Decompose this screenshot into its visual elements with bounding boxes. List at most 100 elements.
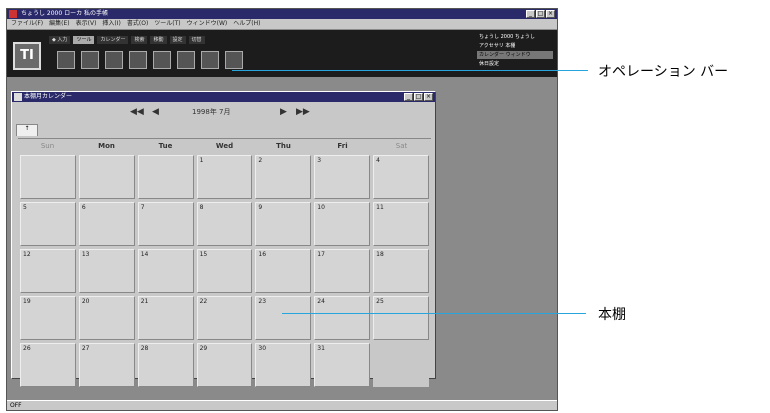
day-cell[interactable]: 30 xyxy=(255,343,312,387)
day-cell[interactable]: 7 xyxy=(137,202,194,246)
op-tab[interactable]: ◆ 入力 xyxy=(49,36,71,44)
month-label: 1998年 7月 xyxy=(192,108,231,116)
app-window: ちょうし 2000 ローカ 私の手帳 _ □ × ファイル(F) 編集(E) 表… xyxy=(6,8,558,411)
weekday-label: Mon xyxy=(98,142,115,150)
next-year-button[interactable]: ▶▶ xyxy=(296,106,310,118)
menu-edit[interactable]: 編集(E) xyxy=(49,19,69,29)
op-status-line: アクセサリ 本棚 xyxy=(479,43,516,49)
op-tab[interactable]: 移動 xyxy=(150,36,167,44)
day-cell[interactable] xyxy=(78,155,135,199)
day-cell[interactable]: 18 xyxy=(373,249,429,293)
close-icon[interactable]: × xyxy=(546,10,555,18)
menu-help[interactable]: ヘルプ(H) xyxy=(233,19,260,29)
day-cell[interactable]: 29 xyxy=(196,343,253,387)
day-cell[interactable] xyxy=(373,343,429,387)
calendar-days: 1 2 3 4 5 6 7 8 9 10 11 12 13 14 15 16 17 18 19 20 21 22 23 24 2… xyxy=(18,153,431,389)
list-icon[interactable] xyxy=(81,51,99,69)
dark-page-icon[interactable] xyxy=(177,51,195,69)
notebook-icon[interactable] xyxy=(57,51,75,69)
app-title: ちょうし 2000 ローカ 私の手帳 xyxy=(21,10,108,17)
day-cell[interactable]: 3 xyxy=(314,155,371,199)
next-month-button[interactable]: ▶ xyxy=(280,106,287,118)
day-cell[interactable] xyxy=(20,155,76,199)
day-cell[interactable]: 10 xyxy=(314,202,371,246)
calendar-window-icon xyxy=(14,93,22,101)
op-tab[interactable]: カレンダー xyxy=(97,36,129,44)
operation-bar-callout-line xyxy=(232,70,588,71)
op-status-panel: ちょうし 2000 ちょうし アクセサリ 本棚 カレンダー ウィンドウ 休日設定 xyxy=(477,33,553,73)
day-cell[interactable] xyxy=(137,155,194,199)
op-tab[interactable]: 切替 xyxy=(188,36,205,44)
day-cell[interactable]: 15 xyxy=(196,249,253,293)
spine-tab[interactable]: ↑ xyxy=(16,124,38,136)
close-icon[interactable]: × xyxy=(424,93,433,101)
op-toolbar xyxy=(57,51,243,69)
op-tabs: ◆ 入力 ツール カレンダー 検索 移動 設定 切替 xyxy=(49,36,205,44)
menu-view[interactable]: 表示(V) xyxy=(76,19,97,29)
weekday-label: Wed xyxy=(215,142,234,150)
day-cell[interactable]: 8 xyxy=(196,202,253,246)
day-cell[interactable]: 27 xyxy=(78,343,135,387)
op-status-line[interactable]: 休日設定 xyxy=(477,60,553,68)
day-cell[interactable]: 6 xyxy=(78,202,135,246)
day-cell[interactable]: 19 xyxy=(20,296,76,340)
weekday-label: Tue xyxy=(158,142,173,150)
day-cell[interactable]: 24 xyxy=(314,296,371,340)
menu-file[interactable]: ファイル(F) xyxy=(11,19,43,29)
bookshelf-callout: 本棚 xyxy=(598,307,626,323)
menu-insert[interactable]: 挿入(I) xyxy=(102,19,120,29)
day-cell[interactable]: 28 xyxy=(137,343,194,387)
op-tab[interactable]: 検索 xyxy=(131,36,148,44)
minimize-icon[interactable]: _ xyxy=(404,93,413,101)
calendar-window: 本棚月カレンダー _ □ × ◀◀ ◀ 1998年 7月 ▶ ▶▶ ↑ Sun … xyxy=(11,91,436,387)
day-cell[interactable]: 20 xyxy=(78,296,135,340)
status-bar: OFF xyxy=(7,400,557,410)
bookshelf-callout-line xyxy=(282,313,586,314)
envelope-icon[interactable] xyxy=(201,51,219,69)
app-icon xyxy=(9,10,17,18)
prev-year-button[interactable]: ◀◀ xyxy=(130,106,144,118)
calendar-window-controls: _ □ × xyxy=(404,93,433,101)
grid-icon[interactable] xyxy=(105,51,123,69)
menu-tools[interactable]: ツール(T) xyxy=(154,19,180,29)
day-cell[interactable]: 16 xyxy=(255,249,312,293)
day-cell[interactable]: 9 xyxy=(255,202,312,246)
app-titlebar: ちょうし 2000 ローカ 私の手帳 _ □ × xyxy=(7,9,557,19)
weekday-label: Fri xyxy=(337,142,348,150)
maximize-icon[interactable]: □ xyxy=(536,10,545,18)
day-cell[interactable]: 21 xyxy=(137,296,194,340)
weekday-label: Sat xyxy=(395,142,408,150)
op-status-line[interactable]: カレンダー ウィンドウ xyxy=(477,51,553,59)
day-cell[interactable]: 14 xyxy=(137,249,194,293)
page-icon[interactable] xyxy=(153,51,171,69)
day-cell[interactable]: 31 xyxy=(314,343,371,387)
prev-month-button[interactable]: ◀ xyxy=(152,106,159,118)
book-icon[interactable] xyxy=(129,51,147,69)
calendar-icon[interactable] xyxy=(225,51,243,69)
day-cell[interactable]: 23 xyxy=(255,296,312,340)
day-cell[interactable]: 5 xyxy=(20,202,76,246)
calendar-nav: ◀◀ ◀ 1998年 7月 ▶ ▶▶ xyxy=(12,106,435,120)
calendar-titlebar: 本棚月カレンダー _ □ × xyxy=(12,92,435,102)
calendar-grid: Sun Mon Tue Wed Thu Fri Sat 1 2 3 4 5 6 7 8 9 10 1… xyxy=(18,138,431,387)
op-tab[interactable]: ツール xyxy=(73,36,95,44)
weekday-label: Thu xyxy=(276,142,291,150)
menu-window[interactable]: ウィンドウ(W) xyxy=(187,19,228,29)
day-cell[interactable]: 25 xyxy=(373,296,429,340)
window-controls: _ □ × xyxy=(526,10,555,18)
day-cell[interactable]: 13 xyxy=(78,249,135,293)
day-cell[interactable]: 4 xyxy=(373,155,429,199)
op-tab[interactable]: 設定 xyxy=(169,36,186,44)
day-cell[interactable]: 1 xyxy=(196,155,253,199)
day-cell[interactable]: 17 xyxy=(314,249,371,293)
maximize-icon[interactable]: □ xyxy=(414,93,423,101)
day-cell[interactable]: 22 xyxy=(196,296,253,340)
day-cell[interactable]: 26 xyxy=(20,343,76,387)
op-logo[interactable]: TI xyxy=(13,42,41,70)
day-cell[interactable]: 12 xyxy=(20,249,76,293)
menu-format[interactable]: 書式(O) xyxy=(127,19,148,29)
day-cell[interactable]: 11 xyxy=(373,202,429,246)
day-cell[interactable]: 2 xyxy=(255,155,312,199)
weekday-label: Sun xyxy=(40,142,55,150)
minimize-icon[interactable]: _ xyxy=(526,10,535,18)
